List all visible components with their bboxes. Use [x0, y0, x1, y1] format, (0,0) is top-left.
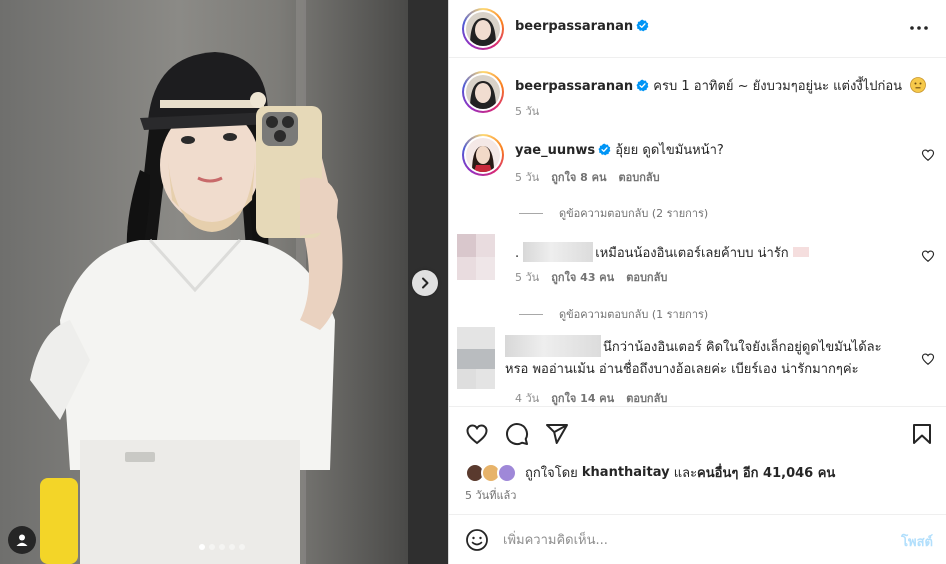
liker-avatars[interactable] [465, 462, 519, 483]
caption-text: ครบ 1 อาทิตย์ ~ ยังบวมๆอยู่นะ แต่งงี้ไปก… [653, 79, 903, 94]
verified-badge-icon [636, 79, 649, 98]
comment-text-line: yae_uunws อุ้ยย ดูดไขมันหน้า? [515, 142, 724, 162]
view-replies-button[interactable]: ดูข้อความตอบกลับ (1 รายการ) [519, 305, 708, 323]
user-tag-icon [16, 534, 28, 546]
instagram-post: beerpassaranan beerpassaranan ครบ 1 อาทิ… [0, 0, 946, 564]
blurred-username[interactable] [505, 335, 601, 357]
post-actions: ถูกใจโดย khanthaitay และ คนอื่นๆ อีก 41,0… [449, 406, 946, 514]
comment-text-block: นึกว่าน้องอินเตอร์ คิดในใจยังเล็กอยู่ดูด… [505, 335, 901, 379]
caption-username[interactable]: beerpassaranan [515, 79, 633, 94]
blurred-avatar[interactable] [457, 234, 495, 280]
verified-badge-icon [636, 19, 649, 36]
bookmark-icon[interactable] [910, 422, 934, 446]
avatar-image [466, 138, 500, 172]
carousel-dot [239, 544, 245, 550]
comment-likes-count[interactable]: ถูกใจ 14 คน [551, 389, 614, 406]
heart-icon[interactable] [921, 249, 935, 263]
avatar-image [466, 12, 500, 46]
more-options-button[interactable] [907, 18, 931, 38]
reply-button[interactable]: ตอบกลับ [619, 168, 660, 186]
post-media[interactable] [0, 0, 448, 564]
comment-meta: 5 วัน ถูกใจ 43 คน ตอบกลับ [515, 268, 667, 286]
comment-text-line: นึกว่าน้องอินเตอร์ คิดในใจยังเล็กอยู่ดูด… [505, 335, 901, 357]
comment-time: 5 วัน [515, 271, 540, 284]
carousel-dot [229, 544, 235, 550]
verified-badge-icon [598, 143, 611, 162]
heart-icon[interactable] [921, 352, 935, 366]
share-icon[interactable] [545, 422, 569, 446]
tagged-users-button[interactable] [8, 526, 36, 554]
carousel-dot [219, 544, 225, 550]
carousel-indicator [199, 544, 245, 550]
comment-meta: 5 วัน ถูกใจ 8 คน ตอบกลับ [515, 168, 660, 186]
carousel-dot [209, 544, 215, 550]
carousel-dot [199, 544, 205, 550]
comment-time: 4 วัน [515, 392, 540, 405]
more-options-icon [910, 26, 928, 30]
blurred-emoji-icon [792, 247, 809, 257]
view-replies-label: ดูข้อความตอบกลับ (1 รายการ) [559, 308, 709, 321]
post-photo [30, 0, 448, 564]
comment-meta: 4 วัน ถูกใจ 14 คน ตอบกลับ [515, 389, 667, 406]
comment-text: อุ้ยย ดูดไขมันหน้า? [615, 143, 724, 158]
caption-time: 5 วัน [515, 105, 540, 118]
likes-others[interactable]: คนอื่นๆ อีก 41,046 คน [697, 462, 835, 483]
emoji-face-icon [910, 77, 927, 99]
heart-icon[interactable] [465, 422, 489, 446]
view-replies-button[interactable]: ดูข้อความตอบกลับ (2 รายการ) [519, 204, 708, 222]
comment-icon[interactable] [505, 422, 529, 446]
comment-text: เหมือนน้องอินเตอร์เลยค้าบบ น่ารัก [595, 246, 789, 261]
comment-likes-count[interactable]: ถูกใจ 43 คน [551, 268, 614, 286]
comment-username-prefix: . [515, 246, 520, 261]
post-timestamp[interactable]: 5 วันที่แล้ว [465, 486, 516, 504]
likes-prefix: ถูกใจโดย [525, 466, 578, 481]
blurred-username[interactable] [523, 242, 594, 262]
liker-avatar [497, 462, 517, 483]
next-slide-button[interactable] [412, 270, 438, 296]
comment-text-line-2: หรอ พออ่านเม้น อ่านชื่อถึงบางอ้อเลยค่ะ เ… [505, 362, 859, 377]
comment-time: 5 วัน [515, 171, 540, 184]
comment-username[interactable]: yae_uunws [515, 143, 595, 158]
comment-likes-count[interactable]: ถูกใจ 8 คน [551, 168, 606, 186]
replies-divider [519, 313, 543, 315]
liker-username[interactable]: khanthaitay [582, 465, 670, 480]
caption-text-line: beerpassaranan ครบ 1 อาทิตย์ ~ ยังบวมๆอย… [515, 77, 927, 99]
commenter-avatar[interactable] [462, 134, 504, 176]
author-username[interactable]: beerpassaranan [515, 19, 633, 34]
chevron-right-icon [422, 277, 429, 289]
emoji-icon[interactable] [465, 528, 489, 552]
post-side-panel: beerpassaranan beerpassaranan ครบ 1 อาทิ… [448, 0, 946, 564]
caption-meta: 5 วัน [515, 102, 539, 120]
view-replies-label: ดูข้อความตอบกลับ (2 รายการ) [559, 207, 709, 220]
likes-summary: ถูกใจโดย khanthaitay และ คนอื่นๆ อีก 41,0… [465, 462, 835, 483]
post-header: beerpassaranan [449, 0, 946, 58]
comment-box: โพสต์ [449, 514, 946, 564]
blurred-avatar[interactable] [457, 327, 495, 389]
comment-input[interactable] [503, 527, 883, 553]
author-avatar[interactable] [462, 8, 504, 50]
likes-joiner: และ [673, 466, 698, 481]
comment-text: นึกว่าน้องอินเตอร์ คิดในใจยังเล็กอยู่ดูด… [603, 340, 882, 355]
avatar-image [466, 75, 500, 109]
heart-icon[interactable] [921, 148, 935, 162]
comments-list: beerpassaranan ครบ 1 อาทิตย์ ~ ยังบวมๆอย… [449, 58, 946, 406]
caption-avatar[interactable] [462, 71, 504, 113]
comment-text-line: . เหมือนน้องอินเตอร์เลยค้าบบ น่ารัก [515, 242, 809, 263]
reply-button[interactable]: ตอบกลับ [626, 268, 667, 286]
replies-divider [519, 212, 543, 214]
reply-button[interactable]: ตอบกลับ [626, 389, 667, 406]
post-comment-button[interactable]: โพสต์ [901, 531, 933, 552]
